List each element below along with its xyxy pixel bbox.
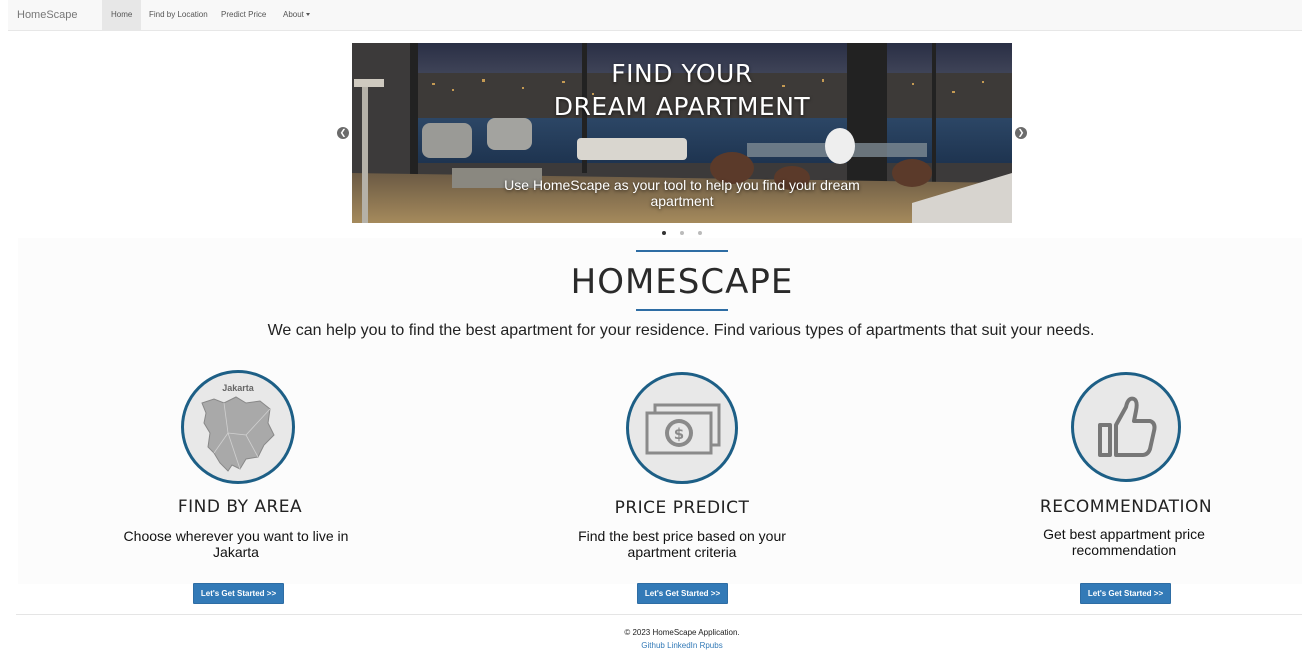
- rpubs-link[interactable]: Rpubs: [700, 641, 723, 650]
- title-rule-top: [636, 250, 728, 252]
- intro-text: We can help you to find the best apartme…: [267, 322, 1095, 339]
- recommendation-button[interactable]: Let's Get Started >>: [1080, 583, 1171, 604]
- page-title: HOMESCAPE: [570, 262, 794, 302]
- carousel-indicator-2[interactable]: [680, 231, 684, 235]
- feature-title-recommendation: RECOMMENDATION: [1039, 497, 1213, 517]
- hero-title-line2: DREAM APARTMENT: [553, 92, 811, 121]
- brand-link[interactable]: HomeScape: [17, 9, 78, 21]
- footer-copyright: © 2023 HomeScape Application.: [624, 628, 740, 637]
- nav-find-by-location[interactable]: Find by Location: [140, 0, 217, 30]
- hero-title-line1: FIND YOUR: [611, 59, 753, 88]
- footer-links: Github LinkedIn Rpubs: [0, 641, 1302, 650]
- linkedin-link[interactable]: LinkedIn: [667, 641, 697, 650]
- feature-desc-find-by-area: Choose wherever you want to live in Jaka…: [123, 528, 349, 560]
- carousel-indicator-3[interactable]: [698, 231, 702, 235]
- jakarta-map-icon: Jakarta: [181, 370, 295, 484]
- nav-about-label: About: [283, 10, 304, 19]
- nav-home[interactable]: Home: [102, 0, 142, 30]
- feature-title-price-predict: PRICE PREDICT: [614, 498, 750, 518]
- feature-desc-recommendation: Get best appartment price recommendation: [1043, 526, 1205, 558]
- hero-subtitle: Use HomeScape as your tool to help you f…: [504, 177, 860, 209]
- chevron-right-icon: ❯: [1017, 128, 1025, 137]
- feature-desc-price-predict: Find the best price based on your apartm…: [578, 528, 786, 560]
- price-predict-button[interactable]: Let's Get Started >>: [637, 583, 728, 604]
- feature-title-find-by-area: FIND BY AREA: [177, 497, 303, 517]
- carousel-indicator-1[interactable]: [662, 231, 666, 235]
- hero-carousel: FIND YOUR DREAM APARTMENT Use HomeScape …: [352, 43, 1012, 223]
- money-icon: $: [626, 372, 738, 484]
- carousel-next-button[interactable]: ❯: [1015, 127, 1027, 139]
- footer-divider: [16, 614, 1302, 615]
- svg-text:$: $: [674, 425, 684, 443]
- chevron-left-icon: ❮: [339, 128, 347, 137]
- carousel-prev-button[interactable]: ❮: [337, 127, 349, 139]
- nav-predict-price[interactable]: Predict Price: [212, 0, 275, 30]
- github-link[interactable]: Github: [641, 641, 665, 650]
- nav-about[interactable]: About: [274, 0, 319, 30]
- navbar: HomeScape Home Find by Location Predict …: [8, 0, 1302, 31]
- caret-down-icon: [305, 13, 310, 17]
- thumbs-up-icon: [1071, 372, 1181, 482]
- find-by-area-button[interactable]: Let's Get Started >>: [193, 583, 284, 604]
- title-rule-bottom: [636, 309, 728, 311]
